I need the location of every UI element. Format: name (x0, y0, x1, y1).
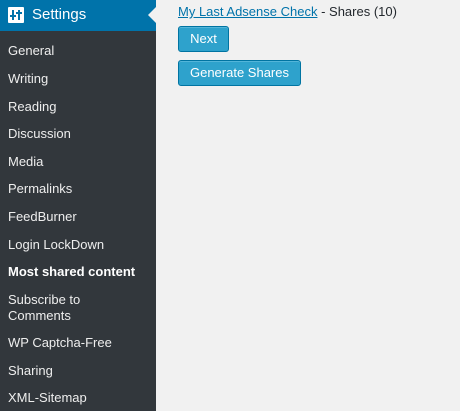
sidebar-item-xml-sitemap[interactable]: XML-Sitemap (8, 390, 153, 406)
next-button[interactable]: Next (178, 26, 229, 52)
sidebar-item-login-lockdown[interactable]: Login LockDown (8, 237, 153, 253)
sidebar-header-label: Settings (32, 6, 87, 23)
sidebar-item-most-shared-content[interactable]: Most shared content (8, 264, 153, 280)
admin-sidebar: Settings General Writing Reading Discuss… (0, 0, 156, 411)
sidebar-item-writing[interactable]: Writing (8, 71, 153, 87)
sidebar-item-sharing[interactable]: Sharing (8, 363, 153, 379)
sidebar-item-general[interactable]: General (8, 43, 153, 59)
sidebar-item-subscribe-to-comments[interactable]: Subscribe to Comments (8, 292, 118, 324)
generate-shares-button[interactable]: Generate Shares (178, 60, 301, 86)
sidebar-item-discussion[interactable]: Discussion (8, 126, 153, 142)
sidebar-item-feedburner[interactable]: FeedBurner (8, 209, 153, 225)
main-content: My Last Adsense Check - Shares (10) Next… (156, 0, 460, 411)
sidebar-item-reading[interactable]: Reading (8, 99, 153, 115)
shares-count-text: - Shares (10) (317, 4, 397, 19)
settings-icon (8, 7, 24, 23)
sidebar-item-media[interactable]: Media (8, 154, 153, 170)
post-link[interactable]: My Last Adsense Check (178, 4, 317, 19)
sidebar-item-permalinks[interactable]: Permalinks (8, 181, 153, 197)
sidebar-item-wp-captcha-free[interactable]: WP Captcha-Free (8, 335, 153, 351)
post-title-line: My Last Adsense Check - Shares (10) (178, 4, 397, 20)
current-menu-arrow (148, 7, 156, 23)
page: Settings General Writing Reading Discuss… (0, 0, 460, 411)
sidebar-header-settings[interactable]: Settings (0, 0, 156, 31)
